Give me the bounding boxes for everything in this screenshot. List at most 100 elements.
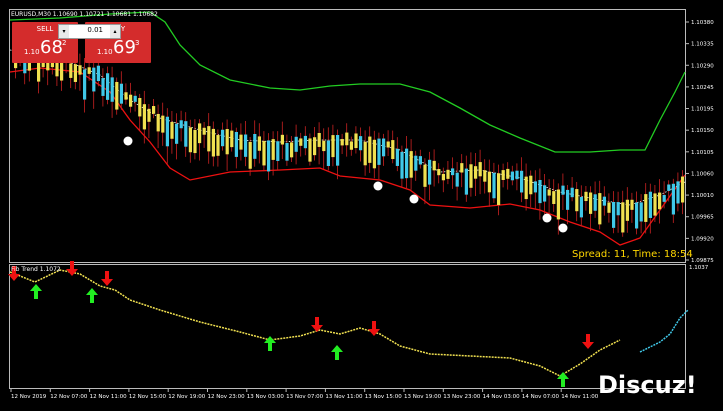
lot-decrease-button[interactable]: ▾ bbox=[59, 25, 69, 38]
candle-body bbox=[483, 170, 486, 181]
candle-body bbox=[479, 162, 482, 176]
candle-body bbox=[281, 135, 284, 145]
middle-band-line bbox=[10, 50, 685, 205]
sub-chart-border bbox=[10, 265, 686, 389]
candle-body bbox=[138, 98, 141, 116]
candle-body bbox=[552, 191, 555, 204]
signal-dot bbox=[543, 214, 552, 223]
candle-body bbox=[189, 127, 192, 152]
candle-body bbox=[272, 139, 275, 160]
down-arrow-icon bbox=[66, 261, 78, 276]
sub-chart-title: Fib Trend 1.1072 bbox=[11, 266, 61, 273]
candle-body bbox=[465, 169, 468, 195]
down-arrow-icon bbox=[101, 271, 113, 286]
candle-body bbox=[345, 133, 348, 146]
signal-dot bbox=[374, 182, 383, 191]
candle-body bbox=[681, 177, 684, 203]
up-arrow-icon bbox=[30, 284, 42, 299]
candle-body bbox=[290, 142, 293, 157]
time-tick-label: 12 Nov 15:00 bbox=[129, 394, 167, 400]
lot-size-input[interactable]: 0.01 bbox=[73, 26, 103, 34]
candle-body bbox=[520, 171, 523, 193]
price-tick-label: 1.10010 bbox=[691, 193, 714, 199]
candle-body bbox=[262, 141, 265, 165]
candle-body bbox=[474, 166, 477, 178]
candle-body bbox=[561, 186, 564, 195]
lot-increase-button[interactable]: ▴ bbox=[110, 25, 120, 38]
down-arrow-icon bbox=[311, 317, 323, 332]
candle-body bbox=[658, 193, 661, 210]
candle-body bbox=[653, 193, 656, 215]
candle-body bbox=[451, 168, 454, 175]
time-tick-label: 12 Nov 2019 bbox=[11, 394, 47, 400]
candle-body bbox=[124, 92, 127, 99]
one-click-trading-panel: SELL 1.10 68 2 BUY 1.10 69 3 ▾ 0.01 ▴ bbox=[12, 22, 151, 63]
candle-body bbox=[529, 176, 532, 195]
candle-body bbox=[221, 130, 224, 146]
candle-body bbox=[235, 132, 238, 157]
candle-body bbox=[391, 140, 394, 159]
candle-body bbox=[318, 133, 321, 147]
candle-body bbox=[414, 156, 417, 171]
candle-body bbox=[419, 156, 422, 164]
candle-body bbox=[212, 129, 215, 157]
candle-body bbox=[543, 185, 546, 201]
candle-body bbox=[166, 117, 169, 147]
candle-body bbox=[364, 142, 367, 165]
candle-body bbox=[129, 95, 132, 107]
candle-body bbox=[308, 138, 311, 161]
time-tick-label: 14 Nov 03:00 bbox=[483, 394, 521, 400]
candle-body bbox=[469, 164, 472, 188]
candle-body bbox=[226, 129, 229, 154]
candle-body bbox=[341, 139, 344, 145]
candle-body bbox=[667, 184, 670, 190]
candle-body bbox=[267, 140, 270, 171]
candle-body bbox=[446, 170, 449, 179]
time-tick-label: 14 Nov 07:00 bbox=[522, 394, 560, 400]
candle-body bbox=[396, 149, 399, 166]
candle-body bbox=[626, 200, 629, 221]
price-tick-label: 1.10195 bbox=[691, 107, 714, 113]
candle-body bbox=[538, 180, 541, 203]
candle-body bbox=[663, 195, 666, 202]
candle-body bbox=[557, 190, 560, 220]
lot-size-stepper[interactable]: ▾ 0.01 ▴ bbox=[58, 24, 121, 39]
candle-body bbox=[598, 193, 601, 224]
candle-body bbox=[161, 116, 164, 133]
candle-body bbox=[230, 131, 233, 148]
time-tick-label: 13 Nov 19:00 bbox=[404, 394, 442, 400]
candle-body bbox=[428, 160, 431, 185]
spread-time-readout: Spread: 11, Time: 18:54 bbox=[572, 249, 693, 260]
candle-body bbox=[295, 137, 298, 152]
up-arrow-icon bbox=[557, 372, 569, 387]
candle-body bbox=[492, 173, 495, 198]
candle-body bbox=[304, 136, 307, 148]
candle-body bbox=[649, 192, 652, 218]
price-tick-label: 1.10380 bbox=[691, 20, 714, 26]
sub-axis-label: 1.1037 bbox=[689, 265, 708, 271]
candle-body bbox=[88, 67, 91, 74]
fib-trend-line-up bbox=[640, 310, 688, 352]
candle-body bbox=[502, 170, 505, 180]
down-arrow-icon bbox=[368, 321, 380, 336]
price-tick-label: 1.10335 bbox=[691, 42, 714, 48]
candle-body bbox=[134, 96, 137, 102]
price-axis: 1.103801.103351.102901.102451.101951.101… bbox=[685, 20, 714, 264]
signal-dot bbox=[410, 195, 419, 204]
candle-body bbox=[433, 161, 436, 170]
candle-body bbox=[580, 197, 583, 217]
candle-body bbox=[152, 106, 155, 114]
time-tick-label: 12 Nov 19:00 bbox=[168, 394, 206, 400]
candle-body bbox=[594, 194, 597, 210]
candle-body bbox=[157, 114, 160, 131]
candle-body bbox=[405, 149, 408, 179]
candle-body bbox=[506, 169, 509, 179]
candle-body bbox=[359, 136, 362, 150]
candle-body bbox=[525, 177, 528, 199]
price-tick-label: 1.10105 bbox=[691, 150, 714, 156]
candle-body bbox=[120, 84, 123, 104]
candle-body bbox=[437, 169, 440, 175]
candle-body bbox=[198, 123, 201, 143]
time-tick-label: 13 Nov 11:00 bbox=[325, 394, 363, 400]
candle-body bbox=[584, 192, 587, 201]
